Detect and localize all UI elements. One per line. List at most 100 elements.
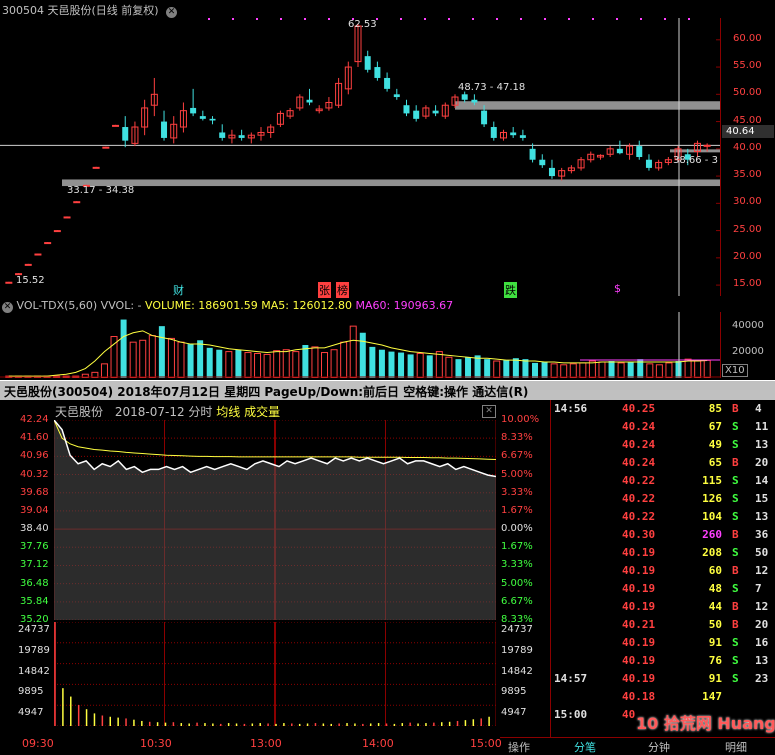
intraday-pct-tick: 10.00%	[501, 414, 540, 425]
tape-row[interactable]: 40.19 91 S 16	[552, 636, 775, 654]
event-dot	[544, 18, 546, 20]
tape-count: 12	[755, 564, 769, 577]
tape-row[interactable]: 40.22 104 S 13	[552, 510, 775, 528]
candle-body	[703, 144, 711, 147]
marker-cai[interactable]: 财	[173, 282, 184, 298]
intraday-volume-axis-right: 24737 19789 14842 9895 4947	[499, 622, 551, 726]
intraday-pct-axis: 10.00% 8.33% 6.67% 5.00% 3.33% 1.67% 0.00% 1.67…	[499, 412, 551, 632]
marker-dollar[interactable]: $	[614, 282, 621, 295]
volume-bar	[484, 359, 491, 378]
range-label-upper: 48.73 - 47.18	[458, 82, 526, 93]
event-dot	[520, 18, 522, 20]
volume-bar-chart[interactable]	[0, 312, 720, 378]
volume-bar	[282, 349, 290, 378]
intraday-price-chart[interactable]	[54, 420, 496, 620]
tape-row[interactable]: 40.22 115 S 14	[552, 474, 775, 492]
volume-unit: X10	[722, 364, 748, 377]
volume-bar	[388, 351, 395, 378]
tape-volume: 48	[708, 582, 722, 595]
tape-price: 40.24	[622, 438, 656, 451]
daily-candle-chart[interactable]	[0, 18, 720, 296]
tape-count: 15	[755, 492, 769, 505]
candle-body	[219, 132, 226, 138]
daily-price-tick: 35.00	[733, 169, 762, 181]
intraday-header: 天邑股份 2018-07-12 分时 均线 成交量	[55, 403, 280, 420]
volume-bar	[426, 355, 433, 378]
tape-volume: 85	[708, 402, 722, 415]
tape-side: B	[732, 528, 739, 541]
tape-count: 13	[755, 438, 769, 451]
volume-bar	[167, 337, 175, 378]
tab-ops[interactable]: 操作	[508, 739, 530, 755]
volume-bar	[263, 353, 271, 378]
daily-price-tick: 15.00	[733, 278, 762, 290]
avg-line-legend: 均线	[216, 405, 241, 419]
intraday-pct-tick: 0.00%	[501, 523, 533, 535]
marker-zhang[interactable]: 张	[318, 282, 331, 298]
intraday-volume-tick: 4947	[18, 707, 44, 719]
tape-row[interactable]: 40.19 44 B 12	[552, 600, 775, 618]
volume-bar	[254, 352, 262, 378]
tape-price: 40.22	[622, 474, 656, 487]
tape-row[interactable]: 14:56 40.25 85 B 4	[552, 402, 775, 420]
candle-body	[92, 166, 100, 169]
tape-row[interactable]: 40.24 65 B 20	[552, 456, 775, 474]
intraday-price-tick: 35.84	[20, 595, 49, 607]
tape-volume: 208	[702, 546, 722, 559]
candle-body	[539, 159, 546, 166]
tape-side: S	[732, 672, 739, 685]
tape-row[interactable]: 40.24 67 S 11	[552, 420, 775, 438]
candle-body	[645, 159, 652, 168]
volume-bar	[407, 354, 414, 378]
candle-body	[102, 146, 110, 149]
marker-die[interactable]: 跌	[504, 282, 517, 298]
candle-body	[306, 99, 313, 103]
event-dot	[616, 18, 618, 20]
tape-price: 40.19	[622, 636, 656, 649]
tape-row[interactable]: 40.19 76 S 13	[552, 654, 775, 672]
daily-settings-icon[interactable]: ✕	[166, 7, 178, 18]
volume-bar	[684, 358, 692, 378]
candle-body	[471, 99, 478, 103]
tape-price: 40.22	[622, 510, 656, 523]
candle-body	[53, 230, 61, 233]
range-label-right: 38.66 - 3	[673, 155, 718, 166]
tape-row[interactable]: 14:57 40.19 91 S 23	[552, 672, 775, 690]
tape-row[interactable]: 40.19 48 S 7	[552, 582, 775, 600]
candle-body	[403, 105, 410, 114]
tape-count: 12	[755, 600, 769, 613]
tab-ticks[interactable]: 分笔	[574, 739, 596, 755]
tape-row[interactable]: 40.19 208 S 50	[552, 546, 775, 564]
candle-body	[384, 77, 391, 89]
intraday-close-icon[interactable]: ✕	[482, 405, 496, 418]
volume-bar	[359, 332, 366, 378]
tape-row[interactable]: 40.21 50 B 20	[552, 618, 775, 636]
tape-row[interactable]: 40.24 49 S 13	[552, 438, 775, 456]
candle-body	[5, 281, 13, 284]
volume-bar	[321, 352, 329, 378]
low-price-label: 15.52	[16, 275, 45, 286]
daily-price-tick: 20.00	[733, 250, 762, 262]
volume-bar	[302, 345, 309, 378]
volume-bar	[608, 361, 615, 378]
tape-side: S	[732, 438, 739, 451]
event-dot	[328, 18, 330, 20]
tape-row[interactable]: 40.30 260 B 36	[552, 528, 775, 546]
intraday-time-tick: 15:00	[470, 737, 502, 750]
candle-body	[529, 148, 536, 160]
tape-side: S	[732, 654, 739, 667]
tape-price: 40.30	[622, 528, 656, 541]
event-dot	[472, 18, 474, 20]
volume-bar	[416, 352, 424, 378]
intraday-volume-tick: 14842	[501, 665, 533, 677]
candle-body	[44, 242, 52, 245]
volume-bar	[244, 352, 252, 378]
tape-price: 40.19	[622, 600, 656, 613]
tape-row[interactable]: 40.22 126 S 15	[552, 492, 775, 510]
marker-bang[interactable]: 榜	[336, 282, 349, 298]
volume-bar	[216, 349, 223, 378]
intraday-volume-chart[interactable]	[54, 622, 496, 726]
tape-row[interactable]: 40.19 60 B 12	[552, 564, 775, 582]
event-dot	[424, 18, 426, 20]
volume-bar	[349, 325, 357, 378]
